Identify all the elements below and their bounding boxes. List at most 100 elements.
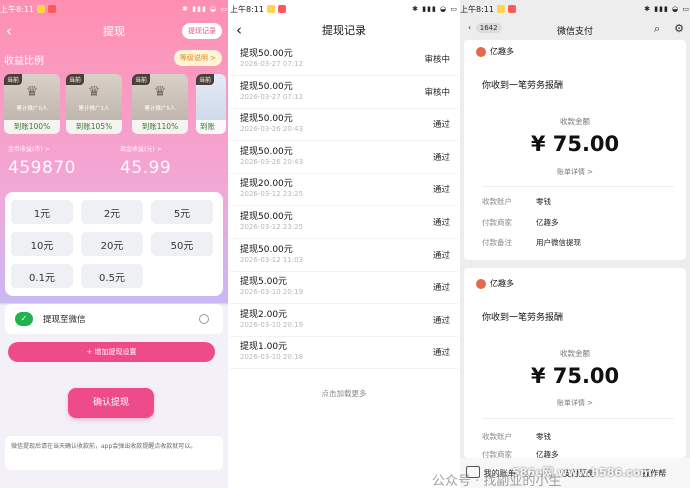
card-rate: 到账100% bbox=[4, 120, 60, 134]
trophy-icon: ♛ bbox=[87, 84, 101, 100]
amount-option[interactable]: 10元 bbox=[11, 232, 73, 256]
record-row[interactable]: 提现50.00元 2026-03-27 07:12 审核中 bbox=[230, 77, 458, 109]
status-bar: 上午8:11 ✱ ▮▮▮ ◒ ▭ bbox=[460, 0, 690, 18]
record-amount: 提现50.00元 bbox=[240, 244, 293, 255]
record-amount: 提现50.00元 bbox=[240, 212, 293, 222]
record-row[interactable]: 提现50.00元 2026-03-12 23:25 通过 bbox=[230, 207, 458, 239]
coin-value: 459870 bbox=[8, 158, 76, 178]
record-time: 2026-03-26 20:43 bbox=[240, 125, 304, 134]
earnings-stats: 金币收益(币) > 459870 现金收益(元) > 45.99 bbox=[0, 144, 228, 190]
record-row[interactable]: 提现50.00元 2026-03-26 20:43 通过 bbox=[230, 109, 458, 142]
card-rate: 到账105% bbox=[66, 120, 122, 134]
ratio-card[interactable]: 当前 ♛ 累计推广0人 到账100% bbox=[4, 74, 60, 134]
payment-amount: ¥ 75.00 bbox=[530, 364, 620, 388]
withdraw-screen: 上午8:11 ✱ ▮▮▮ ◒ ▭ ‹ 提现 提现记录 收益比例 等级说明 > 当… bbox=[0, 0, 228, 488]
card-desc: 累计推广0人 bbox=[16, 106, 48, 112]
amount-option[interactable]: 0.5元 bbox=[81, 264, 143, 288]
payment-card[interactable]: 亿趣多 你收到一笔劳务报酬 收款金额 ¥ 75.00 账单详情 > 收款账户 零… bbox=[464, 40, 686, 260]
amount-option[interactable]: 2元 bbox=[81, 200, 143, 224]
confirm-withdraw-button[interactable]: 确认提现 bbox=[68, 388, 154, 418]
page-title: 提现 bbox=[103, 25, 125, 38]
load-more-button[interactable]: 点击加载更多 bbox=[230, 388, 458, 399]
record-amount: 提现50.00元 bbox=[240, 146, 293, 157]
withdraw-record-screen: 上午8:11 ✱ ▮▮▮ ◒ ▭ ‹ 提现记录 提现50.00元 2026-03-… bbox=[230, 0, 458, 488]
back-button[interactable]: ‹ 1642 bbox=[468, 23, 502, 33]
wechat-method-row[interactable]: ✓ 提现至微信 bbox=[5, 304, 223, 334]
withdraw-record-button[interactable]: 提现记录 bbox=[182, 23, 222, 39]
merchant-name: 亿趣多 bbox=[476, 46, 514, 57]
back-icon[interactable]: ‹ bbox=[6, 22, 12, 40]
status-bar: 上午8:11 ✱ ▮▮▮ ◒ ▭ bbox=[230, 0, 458, 18]
merchant-logo-icon bbox=[476, 46, 486, 57]
record-row[interactable]: 提现5.00元 2026-03-10 20:19 通过 bbox=[230, 272, 458, 305]
card-tag: 当前 bbox=[132, 74, 151, 85]
row-key: 付款商家 bbox=[482, 218, 512, 227]
record-status: 通过 bbox=[432, 348, 450, 359]
card-tag: 当前 bbox=[4, 74, 23, 85]
search-icon[interactable]: ⌕ bbox=[654, 22, 660, 36]
payment-card[interactable]: 亿趣多 你收到一笔劳务报酬 收款金额 ¥ 75.00 账单详情 > 收款账户 零… bbox=[464, 268, 686, 459]
amount-label: 收款金额 bbox=[560, 349, 590, 358]
amount-option[interactable]: 0.1元 bbox=[11, 264, 73, 288]
record-status: 通过 bbox=[432, 185, 450, 196]
back-icon[interactable]: ‹ bbox=[236, 21, 242, 39]
row-value: 零钱 bbox=[536, 197, 551, 206]
record-time: 2026-03-10 20:19 bbox=[240, 320, 304, 329]
card-tag: 当前 bbox=[196, 74, 215, 85]
coin-label[interactable]: 金币收益(币) > bbox=[8, 144, 50, 153]
record-row[interactable]: 提现50.00元 2026-03-26 20:43 通过 bbox=[230, 142, 458, 174]
page-title: 微信支付 bbox=[556, 26, 593, 37]
record-row[interactable]: 提现2.00元 2026-03-10 20:19 通过 bbox=[230, 305, 458, 337]
wechat-icon: ✓ bbox=[15, 312, 33, 326]
ratio-card[interactable]: 当前 ♛ 累计推广5人 到账110% bbox=[132, 74, 188, 134]
notification-icon bbox=[277, 5, 286, 13]
record-row[interactable]: 提现50.00元 2026-03-27 07:12 审核中 bbox=[230, 44, 458, 76]
method-radio[interactable] bbox=[199, 314, 209, 324]
cash-value: 45.99 bbox=[120, 158, 172, 178]
card-desc: 累计推广1人 bbox=[78, 106, 110, 112]
record-status: 通过 bbox=[432, 315, 450, 326]
header: ‹ 1642 微信支付 ⌕ ⚙ bbox=[460, 18, 690, 42]
ratio-header: 收益比例 等级说明 > bbox=[0, 50, 228, 68]
amount-options: 1元 2元 5元 10元 20元 50元 0.1元 0.5元 bbox=[5, 192, 223, 296]
row-key: 收款账户 bbox=[482, 432, 512, 441]
record-row[interactable]: 提现20.00元 2026-03-12 23:25 通过 bbox=[230, 174, 458, 207]
ratio-card[interactable]: 当前 到账 bbox=[196, 74, 226, 134]
record-status: 通过 bbox=[432, 250, 450, 261]
level-info-button[interactable]: 等级说明 > bbox=[173, 50, 222, 66]
cash-label[interactable]: 现金收益(元) > bbox=[120, 144, 162, 153]
screenshot-composite: 上午8:11 ✱ ▮▮▮ ◒ ▭ ‹ 提现 提现记录 收益比例 等级说明 > 当… bbox=[0, 0, 690, 488]
notification-icon bbox=[47, 5, 56, 13]
record-amount: 提现1.00元 bbox=[240, 342, 288, 353]
watermark-account: 公众号 · 找副业的小生 bbox=[432, 474, 562, 488]
card-desc: 累计推广5人 bbox=[144, 106, 176, 112]
payment-headline: 你收到一笔劳务报酬 bbox=[482, 313, 564, 323]
record-time: 2026-03-26 20:43 bbox=[240, 157, 304, 166]
record-row[interactable]: 提现50.00元 2026-03-12 11:03 通过 bbox=[230, 240, 458, 272]
bill-detail-link[interactable]: 账单详情 > bbox=[464, 398, 686, 408]
record-row[interactable]: 提现1.00元 2026-03-10 20:18 通过 bbox=[230, 337, 458, 370]
merchant-name-text: 亿趣多 bbox=[490, 47, 514, 56]
bill-detail-link[interactable]: 账单详情 > bbox=[464, 167, 686, 177]
record-amount: 提现5.00元 bbox=[240, 277, 288, 288]
merchant-name-text: 亿趣多 bbox=[490, 279, 514, 288]
divider bbox=[482, 418, 674, 419]
status-bar: 上午8:11 ✱ ▮▮▮ ◒ ▭ bbox=[0, 0, 228, 18]
gear-icon[interactable]: ⚙ bbox=[674, 22, 684, 35]
ratio-cards: 当前 ♛ 累计推广0人 到账100% 当前 ♛ 累计推广1人 到账105% 当前… bbox=[0, 74, 228, 138]
unread-count: 1642 bbox=[475, 23, 502, 33]
merchant-name: 亿趣多 bbox=[476, 278, 514, 289]
add-withdraw-setting-button[interactable]: + 增加提现设置 bbox=[8, 342, 215, 362]
amount-option[interactable]: 50元 bbox=[151, 232, 213, 256]
amount-option[interactable]: 5元 bbox=[151, 200, 213, 224]
row-key: 付款备注 bbox=[482, 238, 512, 247]
amount-option[interactable]: 1元 bbox=[11, 200, 73, 224]
notification-icon bbox=[36, 5, 45, 13]
record-status: 审核中 bbox=[424, 87, 450, 98]
record-time: 2026-03-27 07:12 bbox=[240, 60, 304, 68]
status-time: 上午8:11 bbox=[230, 4, 264, 14]
card-tag: 当前 bbox=[66, 74, 85, 85]
ratio-card[interactable]: 当前 ♛ 累计推广1人 到账105% bbox=[66, 74, 122, 134]
amount-option[interactable]: 20元 bbox=[81, 232, 143, 256]
record-time: 2026-03-10 20:19 bbox=[240, 288, 304, 297]
